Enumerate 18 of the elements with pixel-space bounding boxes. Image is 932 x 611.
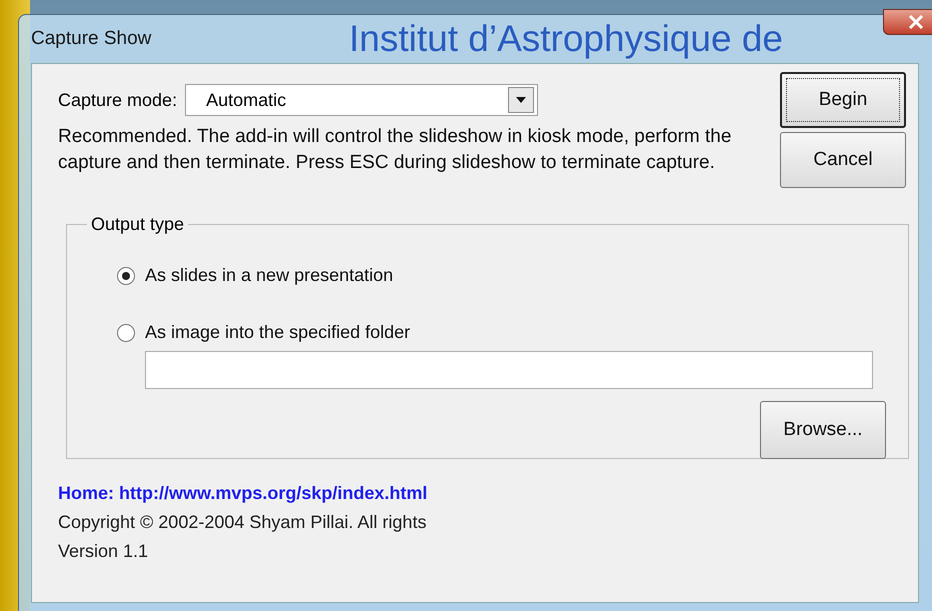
capture-mode-dropdown[interactable]: Automatic (185, 84, 538, 116)
window-title: Capture Show (31, 28, 152, 50)
description-text: Recommended. The add-in will control the slideshow in kiosk mode, perform the capture and then terminate. Press ESC during slideshow to terminate capture. (58, 125, 732, 175)
cancel-button[interactable]: Cancel (780, 132, 906, 188)
radio-option[interactable]: As image into the specified folder (117, 322, 886, 343)
browse-button[interactable]: Browse... (760, 401, 886, 459)
dropdown-arrow-icon (516, 97, 526, 103)
background-window-title: Institut d’Astrophysique de (349, 18, 783, 60)
close-icon (908, 15, 924, 29)
close-button[interactable] (883, 9, 932, 35)
copyright-text: Copyright © 2002-2004 Shyam Pillai. All rights (58, 512, 428, 533)
capture-mode-label: Capture mode: (58, 90, 178, 110)
radio-option[interactable]: As slides in a new presentation (117, 265, 886, 286)
home-link[interactable]: Home: http://www.mvps.org/skp/index.html (58, 483, 764, 504)
folder-path-field[interactable] (145, 351, 873, 389)
group-title: Output type (90, 214, 186, 235)
version-text: Version 1.1 (58, 541, 150, 562)
begin-button[interactable]: Begin (780, 72, 906, 128)
